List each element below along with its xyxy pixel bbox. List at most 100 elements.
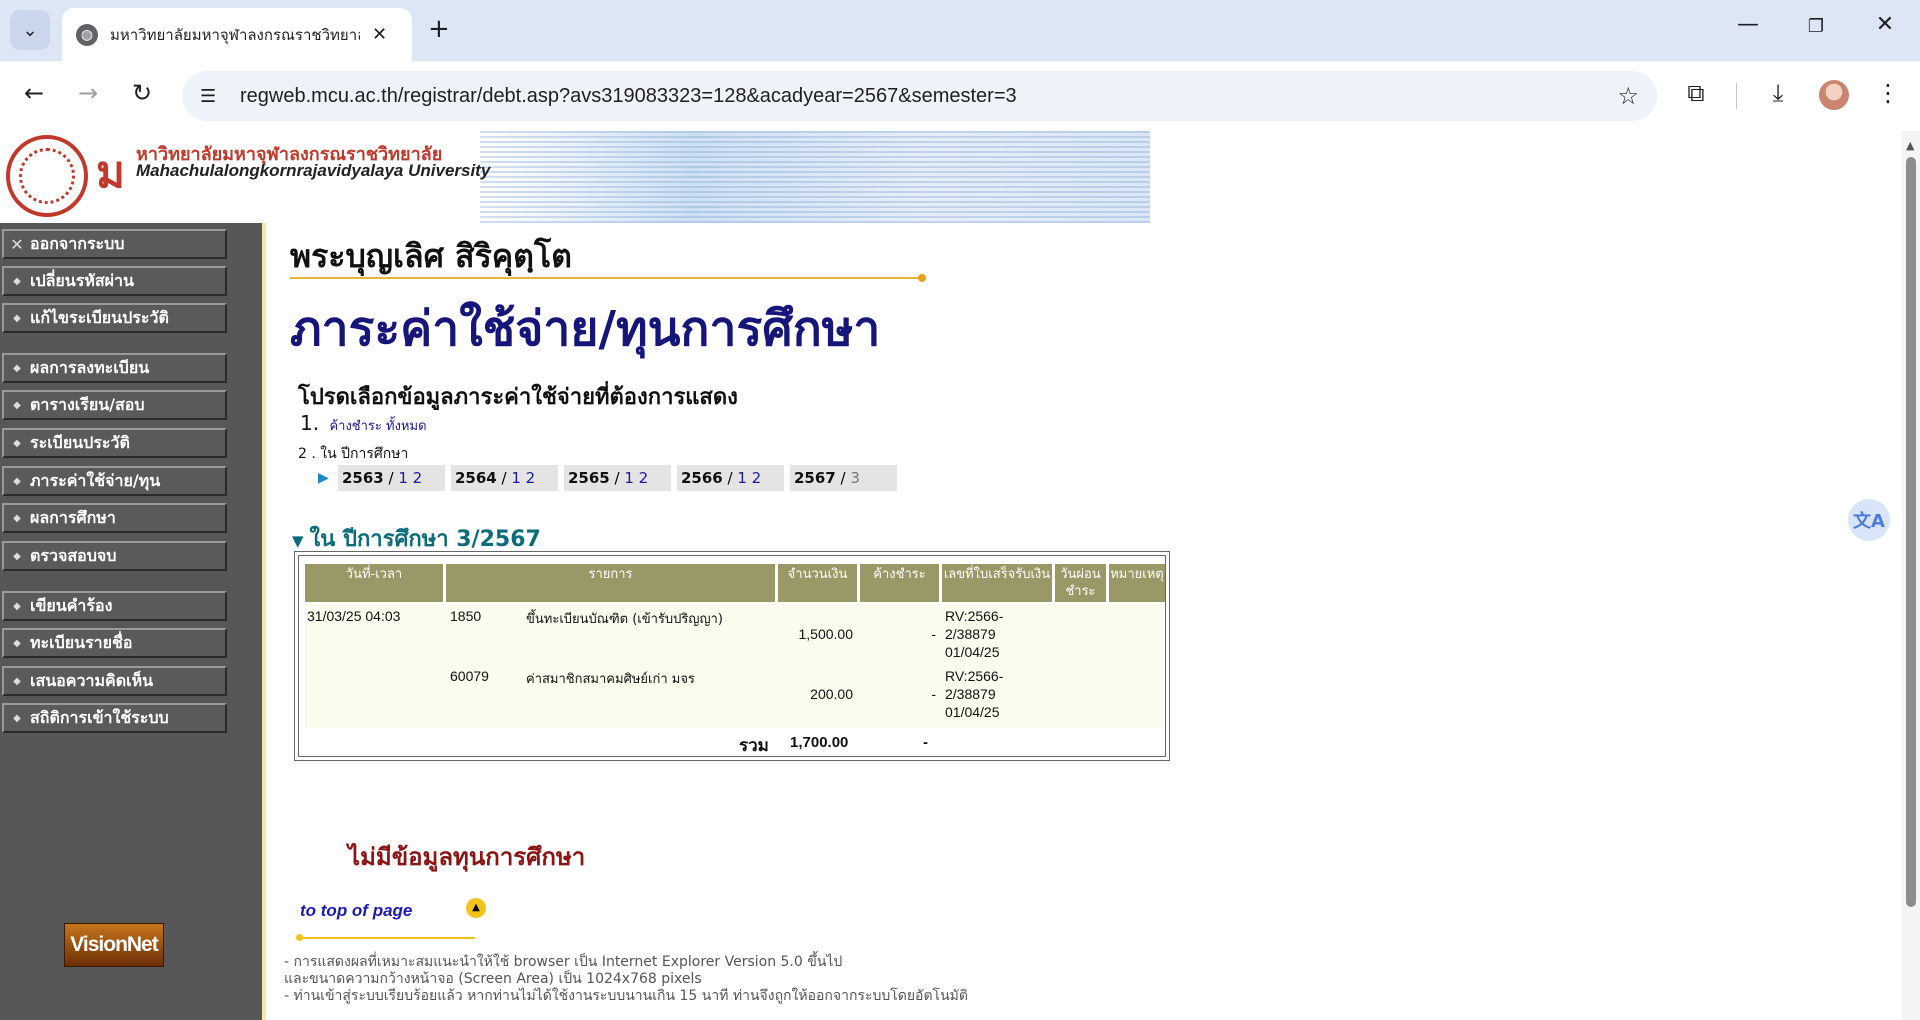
cell-receipt-line1: RV:2566- <box>945 608 1004 624</box>
arrow-up-icon[interactable]: ▲ <box>466 898 486 918</box>
sidebar-item-label: ออกจากระบบ <box>30 233 125 253</box>
play-arrow-icon: ▶ <box>318 470 329 486</box>
option-1-number: 1. <box>300 411 320 435</box>
semester-current: 3 <box>850 469 860 487</box>
site-banner: ม หาวิทยาลัยมหาจุฬาลงกรณราชวิทยาลัย Maha… <box>0 131 1150 223</box>
sidebar-item-change-password[interactable]: ◆ เปลี่ยนรหัสผ่าน <box>2 266 227 296</box>
reload-icon[interactable]: ↻ <box>124 79 160 107</box>
year-2563[interactable]: 2563 / 1 2 <box>338 465 445 491</box>
option-1: 1. ค้างชำระ ทั้งหมด <box>300 411 427 436</box>
sidebar-item-access-stats[interactable]: ◆ สถิติการเข้าใช้ระบบ <box>2 703 227 733</box>
sidebar-item-expenses[interactable]: ◆ ภาระค่าใช้จ่าย/ทุน <box>2 466 227 496</box>
arrow-right-icon[interactable]: → <box>70 79 106 107</box>
scroll-up-icon[interactable]: ▲ <box>1906 139 1914 152</box>
top-link-underline <box>300 937 475 939</box>
semester-links[interactable]: 1 2 <box>737 469 761 487</box>
section-title-text: ใน ปีการศึกษา 3/2567 <box>309 527 541 552</box>
url-text[interactable]: regweb.mcu.ac.th/registrar/debt.asp?avs3… <box>240 85 1017 108</box>
sidebar-item-label: เขียนคำร้อง <box>30 595 113 615</box>
plus-icon[interactable]: + <box>428 14 450 44</box>
year-2564[interactable]: 2564 / 1 2 <box>451 465 558 491</box>
cell-datetime: 31/03/25 04:03 <box>307 608 401 624</box>
bullet-icon: ◆ <box>13 437 21 449</box>
top-of-page-link[interactable]: to top of page <box>300 901 412 921</box>
address-bar[interactable]: ☰ regweb.mcu.ac.th/registrar/debt.asp?av… <box>182 71 1657 121</box>
sidebar-item-label: สถิติการเข้าใช้ระบบ <box>30 707 169 727</box>
sidebar-item-logout[interactable]: ✕ ออกจากระบบ <box>2 229 227 259</box>
sidebar-item-label: ระเบียนประวัติ <box>30 432 130 452</box>
separator: / <box>609 469 625 487</box>
cell-receipt-line3: 01/04/25 <box>945 644 1000 660</box>
year-2567[interactable]: 2567 / 3 <box>790 465 897 491</box>
bullet-icon: ◆ <box>13 712 21 724</box>
download-icon[interactable]: ⤓ <box>1760 79 1796 107</box>
header-remark: หมายเหตุ <box>1109 564 1165 602</box>
chevron-down-icon[interactable]: ⌄ <box>10 10 50 50</box>
select-prompt: โปรดเลือกข้อมูลภาระค่าใช้จ่ายที่ต้องการแ… <box>298 385 738 410</box>
close-icon[interactable]: ✕ <box>372 24 387 45</box>
arrow-left-icon[interactable]: ← <box>16 79 52 107</box>
separator: / <box>835 469 851 487</box>
translate-icon[interactable]: 文A <box>1848 499 1890 541</box>
sidebar-item-graduation-check[interactable]: ◆ ตรวจสอบจบ <box>2 541 227 571</box>
triangle-down-icon: ▼ <box>292 532 304 550</box>
year-2566[interactable]: 2566 / 1 2 <box>677 465 784 491</box>
globe-icon: ◍ <box>76 23 98 46</box>
avatar[interactable] <box>1819 80 1849 110</box>
bullet-icon: ◆ <box>13 362 21 374</box>
page-title: ภาระค่าใช้จ่าย/ทุนการศึกษา <box>290 301 881 357</box>
university-name-en: Mahachulalongkornrajavidyalaya Universit… <box>136 161 491 180</box>
year-label: 2567 <box>794 469 836 487</box>
separator: / <box>496 469 512 487</box>
semester-links[interactable]: 1 2 <box>511 469 535 487</box>
sidebar-item-record[interactable]: ◆ ระเบียนประวัติ <box>2 428 227 458</box>
sidebar-item-label: ผลการลงทะเบียน <box>30 357 150 377</box>
total-label: รวม <box>739 736 769 756</box>
restore-icon[interactable]: ❐ <box>1796 16 1836 37</box>
puzzle-icon[interactable]: ⧉ <box>1678 79 1714 107</box>
header-receipt: เลขที่ใบเสร็จรับเงิน <box>942 564 1052 602</box>
sidebar-item-label: ตารางเรียน/สอบ <box>30 394 145 414</box>
minimize-icon[interactable]: — <box>1728 12 1768 37</box>
year-label: 2563 <box>342 469 384 487</box>
header-outstanding: ค้างชำระ <box>860 564 939 602</box>
window-close-icon[interactable]: ✕ <box>1865 12 1905 37</box>
star-icon[interactable]: ☆ <box>1617 82 1639 110</box>
kebab-menu-icon[interactable]: ⋮ <box>1870 79 1906 107</box>
total-outstanding: - <box>923 734 928 751</box>
separator: / <box>383 469 399 487</box>
sidebar-item-label: ตรวจสอบจบ <box>30 545 117 565</box>
active-tab[interactable]: ◍ มหาวิทยาลัยมหาจุฬาลงกรณราชวิทยาลัย ✕ <box>62 8 412 61</box>
cell-amount: 200.00 <box>810 686 853 702</box>
semester-links[interactable]: 1 2 <box>624 469 648 487</box>
expense-table-inner: วันที่-เวลา รายการ จำนวนเงิน ค้างชำระ เล… <box>298 555 1166 757</box>
scrollbar-thumb[interactable] <box>1906 157 1916 907</box>
bullet-icon: ◆ <box>13 550 21 562</box>
bullet-icon: ◆ <box>13 637 21 649</box>
sidebar-item-label: ภาระค่าใช้จ่าย/ทุน <box>30 470 161 490</box>
expense-table: วันที่-เวลา รายการ จำนวนเงิน ค้างชำระ เล… <box>294 551 1170 761</box>
sidebar-item-petition[interactable]: ◆ เขียนคำร้อง <box>2 591 227 621</box>
bullet-icon: ◆ <box>13 399 21 411</box>
semester-links[interactable]: 1 2 <box>398 469 422 487</box>
footer-note: - ท่านเข้าสู่ระบบเรียบร้อยแล้ว หากท่านไม… <box>284 988 968 1004</box>
sidebar-item-registration-result[interactable]: ◆ ผลการลงทะเบียน <box>2 353 227 383</box>
vertical-scrollbar[interactable]: ▲ <box>1902 131 1920 1020</box>
header-installment: วันผ่อน ชำระ <box>1055 564 1106 602</box>
year-2565[interactable]: 2565 / 1 2 <box>564 465 671 491</box>
sidebar-item-edit-profile[interactable]: ◆ แก้ไขระเบียนประวัติ <box>2 303 227 333</box>
sidebar-item-grades[interactable]: ◆ ผลการศึกษา <box>2 503 227 533</box>
all-outstanding-link[interactable]: ค้างชำระ ทั้งหมด <box>329 419 426 434</box>
tune-icon[interactable]: ☰ <box>200 86 228 107</box>
bullet-icon: ◆ <box>13 275 21 287</box>
header-datetime: วันที่-เวลา <box>305 564 443 602</box>
sidebar-item-roster[interactable]: ◆ ทะเบียนรายชื่อ <box>2 628 227 658</box>
cell-amount: 1,500.00 <box>798 626 854 642</box>
university-seal-icon <box>6 135 88 217</box>
visionnet-logo[interactable]: VisionNet <box>64 923 164 967</box>
cell-item: ขึ้นทะเบียนบัณฑิต (เข้ารับปริญญา) <box>526 612 723 627</box>
sidebar-item-timetable[interactable]: ◆ ตารางเรียน/สอบ <box>2 390 227 420</box>
student-name: พระบุญเลิศ สิริคุตฺโต <box>290 237 572 275</box>
table-body <box>305 604 1163 728</box>
sidebar-item-feedback[interactable]: ◆ เสนอความคิดเห็น <box>2 666 227 696</box>
